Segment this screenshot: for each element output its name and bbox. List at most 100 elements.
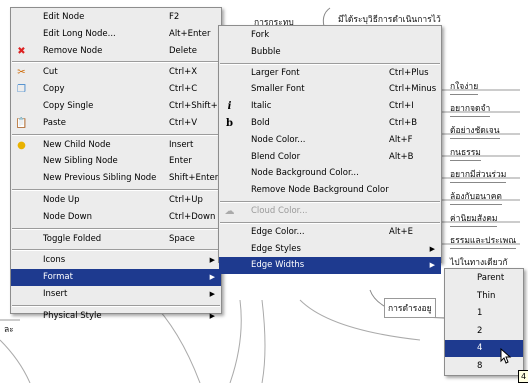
mindmap-node[interactable]: การดำรงอยู <box>384 298 436 318</box>
menu-item-label: Bold <box>251 118 270 128</box>
menu-item-shortcut: Ctrl+C <box>169 84 198 95</box>
mindmap-node[interactable]: ด้อย่างชัดเจน <box>450 123 500 139</box>
menu-item-label: Smaller Font <box>251 84 305 95</box>
menu-item-paste[interactable]: 📋 Paste Ctrl+V <box>11 115 221 132</box>
menu-item-shortcut: Alt+B <box>389 151 414 162</box>
menu-item-2[interactable]: 2 <box>445 323 523 340</box>
menu-item-bubble[interactable]: Bubble <box>219 44 441 61</box>
menu-item-shortcut: Insert <box>169 139 194 150</box>
menu-item-edge-color[interactable]: Edge Color... Alt+E <box>219 224 441 241</box>
menu-item-shortcut: Ctrl+Minus <box>389 84 437 95</box>
menu-item-cut[interactable]: ✂ Cut Ctrl+X <box>11 64 221 81</box>
menu-item-insert[interactable]: Insert ▶ <box>11 286 221 303</box>
menu-item-label: Paste <box>43 117 66 128</box>
menu-item-icons[interactable]: Icons ▶ <box>11 252 221 269</box>
menu-item-label: Remove Node <box>43 45 103 56</box>
menu-item-toggle-folded[interactable]: Toggle Folded Space <box>11 231 221 248</box>
menu-item-bold[interactable]: b Bold Ctrl+B <box>219 115 441 132</box>
submenu-arrow-icon: ▶ <box>429 244 435 253</box>
menu-item-label: 2 <box>477 325 483 336</box>
menu-item-shortcut: Ctrl+X <box>169 67 198 78</box>
paste-icon: 📋 <box>15 117 28 129</box>
mindmap-node[interactable]: ธรรมและประเพณ <box>450 233 517 249</box>
mindmap-node[interactable]: อยากจดจำ <box>450 101 491 117</box>
menu-item-label: Edit Long Node... <box>43 28 116 39</box>
mindmap-node[interactable]: ล้องกับอนาคต <box>450 189 502 205</box>
menu-item-thin[interactable]: Thin <box>445 288 523 305</box>
format-submenu: Fork Bubble Larger Font Ctrl+Plus Smaller Fo… <box>218 25 442 275</box>
cut-icon: ✂ <box>17 67 26 79</box>
menu-item-shortcut: Ctrl+Down <box>169 211 216 222</box>
bulb-icon: ● <box>17 139 26 151</box>
menu-item-smaller-font[interactable]: Smaller Font Ctrl+Minus <box>219 81 441 98</box>
menu-item-edit-long-node[interactable]: Edit Long Node... Alt+Enter <box>11 26 221 43</box>
submenu-arrow-icon: ▶ <box>209 311 215 320</box>
submenu-arrow-icon: ▶ <box>209 273 215 282</box>
menu-item-blend-color[interactable]: Blend Color Alt+B <box>219 149 441 166</box>
menu-item-shortcut: Ctrl+I <box>389 101 414 112</box>
menu-item-1[interactable]: 1 <box>445 305 523 322</box>
menu-item-fork[interactable]: Fork <box>219 27 441 44</box>
menu-item-label: Node Up <box>43 195 80 205</box>
menu-item-label: Thin <box>477 290 496 301</box>
menu-item-new-sibling-node[interactable]: New Sibling Node Enter <box>11 153 221 170</box>
menu-item-node-up[interactable]: Node Up Ctrl+Up <box>11 192 221 209</box>
menu-item-label: New Sibling Node <box>43 156 118 167</box>
mindmap-node[interactable]: กใจง่าย <box>450 79 479 95</box>
submenu-arrow-icon: ▶ <box>429 261 435 270</box>
menu-item-new-child-node[interactable]: ● New Child Node Insert <box>11 137 221 154</box>
menu-item-copy[interactable]: ❐ Copy Ctrl+C <box>11 81 221 98</box>
menu-item-shortcut: Ctrl+Up <box>169 195 203 205</box>
italic-icon: i <box>227 101 232 113</box>
menu-item-label: Italic <box>251 101 272 112</box>
edge-widths-submenu: Parent Thin 1 2 4 8 <box>444 268 524 376</box>
menu-item-label: Edit Node <box>43 12 85 22</box>
menu-item-label: Copy <box>43 84 65 95</box>
mindmap-node[interactable]: อยากมีส่วนร่วม <box>450 167 507 183</box>
menu-item-label: Node Background Color... <box>251 168 359 179</box>
menu-item-node-background-color[interactable]: Node Background Color... <box>219 165 441 182</box>
menu-item-remove-node-background-color[interactable]: Remove Node Background Color <box>219 182 441 199</box>
menu-item-larger-font[interactable]: Larger Font Ctrl+Plus <box>219 65 441 82</box>
menu-item-shortcut: Space <box>169 233 195 244</box>
menu-item-remove-node[interactable]: ✖ Remove Node Delete <box>11 43 221 60</box>
menu-item-copy-single[interactable]: Copy Single Ctrl+Shift+C <box>11 98 224 115</box>
menu-item-label: Bubble <box>251 46 281 57</box>
menu-item-label: Edge Color... <box>251 226 305 237</box>
menu-item-label: Node Color... <box>251 134 306 145</box>
menu-item-label: 1 <box>477 308 483 318</box>
menu-item-edge-widths[interactable]: Edge Widths ▶ <box>219 257 441 275</box>
menu-separator <box>12 304 220 307</box>
menu-item-italic[interactable]: i Italic Ctrl+I <box>219 98 441 115</box>
menu-separator <box>12 227 220 230</box>
menu-item-new-previous-sibling-node[interactable]: New Previous Sibling Node Shift+Enter <box>11 170 221 187</box>
remove-icon: ✖ <box>17 45 26 57</box>
menu-item-shortcut: Ctrl+V <box>169 117 198 128</box>
menu-item-label: Toggle Folded <box>43 233 102 244</box>
menu-item-label: Edge Styles <box>251 243 301 254</box>
node-context-menu: Edit Node F2 Edit Long Node... Alt+Enter ✖ Re… <box>10 7 224 321</box>
cloud-icon: ☁ <box>224 206 235 217</box>
mouse-cursor-icon <box>500 348 512 364</box>
menu-item-shortcut: Ctrl+Plus <box>389 67 429 78</box>
menu-item-label: 4 <box>477 343 483 353</box>
mindmap-node[interactable]: มีได้ระบุวิธีการดำเนินการไว้ <box>338 12 441 26</box>
mindmap-node[interactable]: กนธรรม <box>450 145 481 161</box>
menu-item-label: Cut <box>43 67 58 78</box>
menu-item-label: Copy Single <box>43 101 94 111</box>
menu-item-format[interactable]: Format ▶ <box>11 269 221 287</box>
mindmap-node[interactable]: ค่านิยมสังคม <box>450 211 498 227</box>
menu-item-label: Insert <box>43 289 68 299</box>
menu-item-edge-styles[interactable]: Edge Styles ▶ <box>219 241 441 258</box>
menu-separator <box>12 133 220 136</box>
menu-item-shortcut: Alt+E <box>389 226 414 237</box>
menu-item-physical-style[interactable]: Physical Style ▶ <box>11 308 221 325</box>
menu-item-parent[interactable]: Parent <box>445 270 523 287</box>
submenu-arrow-icon: ▶ <box>209 290 215 298</box>
menu-separator <box>12 249 220 252</box>
menu-item-edit-node[interactable]: Edit Node F2 <box>11 9 221 26</box>
menu-item-label: New Previous Sibling Node <box>43 173 157 184</box>
menu-item-node-down[interactable]: Node Down Ctrl+Down <box>11 209 221 226</box>
menu-item-label: Larger Font <box>251 67 300 78</box>
menu-item-node-color[interactable]: Node Color... Alt+F <box>219 132 441 149</box>
